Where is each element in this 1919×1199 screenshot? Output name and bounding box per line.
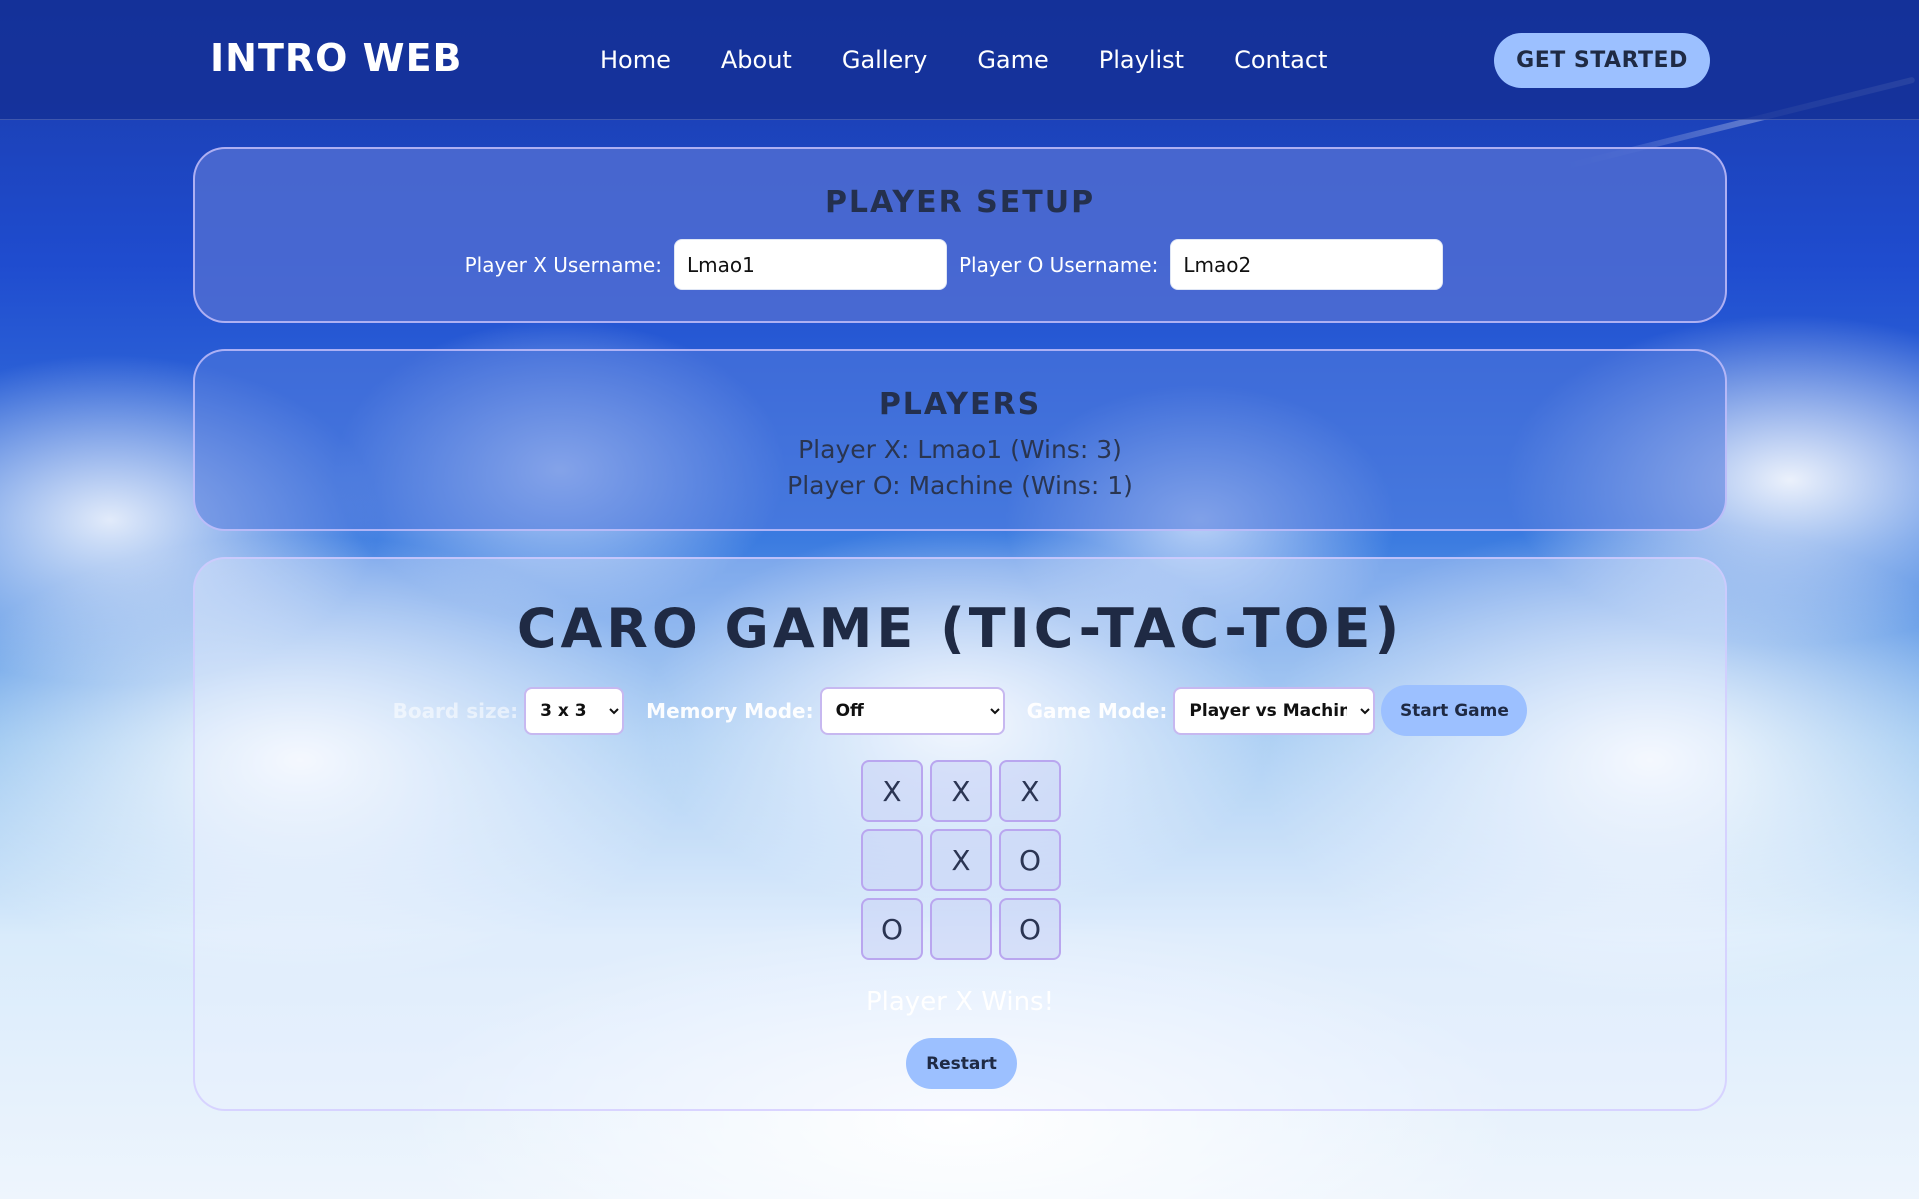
player-setup-title: PLAYER SETUP (824, 185, 1096, 220)
board-cell[interactable]: X (999, 760, 1061, 822)
navbar: INTRO WEB Home About Gallery Game Playli… (0, 0, 1919, 120)
player-x-username-label: Player X Username: (464, 252, 662, 277)
board-size-label: Board size: (392, 698, 519, 723)
board-size-select[interactable]: 3 x 3 (524, 686, 625, 735)
game-panel: CARO GAME (TIC-TAC-TOE) Board size: 3 x … (193, 557, 1727, 1111)
nav-link-about[interactable]: About (721, 46, 792, 74)
nav-link-playlist[interactable]: Playlist (1099, 46, 1184, 74)
board-cell[interactable]: O (999, 898, 1061, 960)
memory-mode-label: Memory Mode: (646, 698, 814, 723)
memory-mode-select[interactable]: Off (819, 686, 1005, 735)
game-title: CARO GAME (TIC-TAC-TOE) (516, 597, 1404, 660)
game-mode-label: Game Mode: (1026, 698, 1168, 723)
nav-link-contact[interactable]: Contact (1234, 46, 1327, 74)
game-mode-select[interactable]: Player vs Machine (1173, 686, 1376, 735)
player-o-username-input[interactable] (1170, 239, 1444, 290)
player-x-username-input[interactable] (673, 239, 947, 290)
game-controls: Board size: 3 x 3 Memory Mode: Off Game … (195, 685, 1725, 736)
nav-link-home[interactable]: Home (600, 46, 671, 74)
board-cell[interactable]: X (861, 760, 923, 822)
get-started-button[interactable]: GET STARTED (1494, 33, 1710, 88)
page: { "nav": { "logo": "INTRO WEB", "links":… (0, 0, 1919, 1199)
players-title: PLAYERS (878, 387, 1042, 422)
players-panel: PLAYERS Player X: Lmao1 (Wins: 3) Player… (193, 349, 1727, 531)
board-cell[interactable]: X (930, 760, 992, 822)
game-board: X X X X O O O (861, 760, 1069, 968)
nav-menu: Home About Gallery Game Playlist Contact (600, 46, 1377, 74)
board-cell[interactable]: O (999, 829, 1061, 891)
player-o-username-label: Player O Username: (958, 252, 1159, 277)
player-x-score: Player X: Lmao1 (Wins: 3) (798, 435, 1122, 464)
player-setup-row: Player X Username: Player O Username: (195, 239, 1725, 290)
player-o-score: Player O: Machine (Wins: 1) (787, 471, 1133, 500)
start-game-button[interactable]: Start Game (1381, 685, 1528, 736)
game-status: Player X Wins! (865, 987, 1055, 1017)
board-cell[interactable] (930, 898, 992, 960)
board-cell[interactable] (861, 829, 923, 891)
player-setup-panel: PLAYER SETUP Player X Username: Player O… (193, 147, 1727, 323)
site-logo[interactable]: INTRO WEB (210, 36, 463, 80)
board-cell[interactable]: O (861, 898, 923, 960)
nav-link-game[interactable]: Game (977, 46, 1048, 74)
restart-button[interactable]: Restart (906, 1038, 1017, 1089)
board-cell[interactable]: X (930, 829, 992, 891)
nav-link-gallery[interactable]: Gallery (842, 46, 927, 74)
